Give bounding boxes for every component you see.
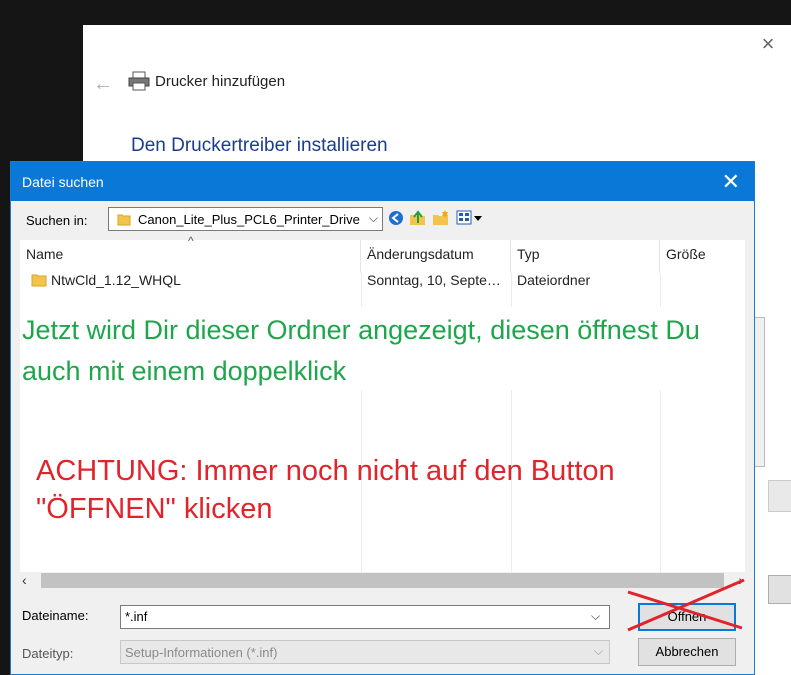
look-in-value: Canon_Lite_Plus_PCL6_Printer_Drive xyxy=(138,212,360,227)
view-menu-icon[interactable] xyxy=(456,209,484,227)
look-in-dropdown[interactable]: Canon_Lite_Plus_PCL6_Printer_Drive ⌵ xyxy=(108,207,383,231)
dialog-titlebar[interactable]: Datei suchen ✕ xyxy=(11,162,754,201)
close-icon[interactable]: ✕ xyxy=(722,169,740,195)
filename-label: Dateiname: xyxy=(22,608,89,623)
wizard-side-button[interactable] xyxy=(768,480,791,512)
wizard-side-button-lower[interactable] xyxy=(768,575,791,604)
dialog-title: Datei suchen xyxy=(22,174,104,190)
column-divider xyxy=(361,273,362,307)
new-folder-icon[interactable] xyxy=(432,209,450,227)
back-arrow-icon[interactable]: ← xyxy=(93,73,113,96)
column-header-size[interactable]: Größe xyxy=(660,240,745,273)
wizard-heading: Den Druckertreiber installieren xyxy=(131,135,388,156)
column-divider xyxy=(660,273,661,307)
filetype-dropdown[interactable]: Setup-Informationen (*.inf) ⌵ xyxy=(120,640,610,664)
red-cross-annotation xyxy=(627,578,745,632)
folder-icon xyxy=(117,214,131,226)
file-name-cell: NtwCld_1.12_WHQL xyxy=(51,272,181,288)
chevron-down-icon: ⌵ xyxy=(368,211,378,225)
file-list[interactable]: ^ Name Änderungsdatum Typ Größe NtwCld_1… xyxy=(20,234,745,590)
up-folder-icon[interactable] xyxy=(409,209,427,227)
column-header-type[interactable]: Typ xyxy=(511,240,660,273)
wizard-close-icon[interactable]: × xyxy=(759,33,777,55)
filename-input[interactable]: *.inf xyxy=(120,605,610,629)
wizard-title: Drucker hinzufügen xyxy=(155,73,286,90)
column-header-name[interactable]: Name xyxy=(20,240,361,273)
cancel-button[interactable]: Abbrechen xyxy=(638,638,736,666)
chevron-down-icon[interactable]: ⌵ xyxy=(591,609,600,624)
annotation-green-text: Jetzt wird Dir dieser Ordner angezeigt, … xyxy=(22,315,700,386)
folder-icon xyxy=(31,274,47,287)
filetype-label: Dateityp: xyxy=(22,646,74,661)
look-in-label: Suchen in: xyxy=(26,213,88,228)
scroll-left-icon[interactable]: ‹ xyxy=(22,572,27,588)
back-nav-icon[interactable] xyxy=(387,209,405,227)
file-date-cell: Sonntag, 10, Septe… xyxy=(367,272,501,288)
printer-icon xyxy=(128,71,150,91)
filetype-value: Setup-Informationen (*.inf) xyxy=(125,645,278,660)
column-header-date[interactable]: Änderungsdatum xyxy=(361,240,511,273)
file-type-cell: Dateiordner xyxy=(517,272,591,288)
chevron-down-icon: ⌵ xyxy=(593,644,603,658)
annotation-red-text: ACHTUNG: Immer noch nicht auf den Button… xyxy=(36,455,615,525)
column-divider xyxy=(511,273,512,307)
